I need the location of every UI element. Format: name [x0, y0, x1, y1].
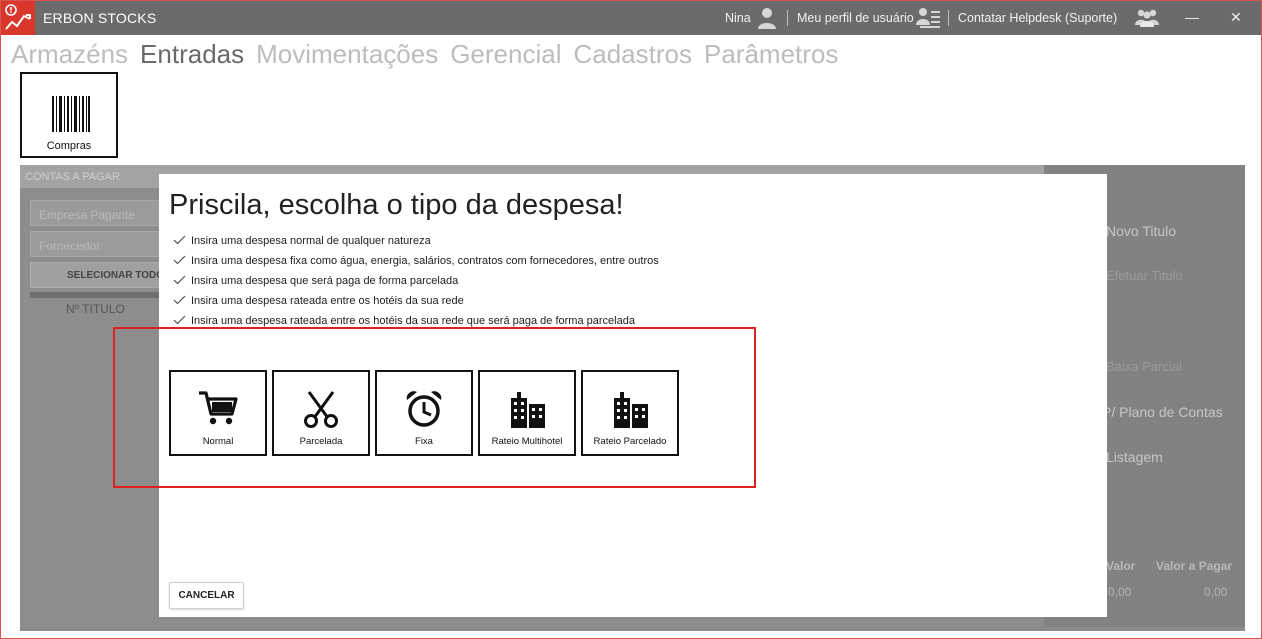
nav-cadastros[interactable]: Cadastros [573, 39, 692, 70]
option-label: Fixa [415, 436, 433, 447]
col-valor-header: Valor [1106, 559, 1136, 573]
description-item: Insira uma despesa rateada entre os hoté… [173, 291, 659, 311]
check-icon [173, 255, 189, 268]
app-window: ERBON STOCKS Nina Meu perfil de usuário … [0, 0, 1262, 639]
titlebar-divider [948, 10, 949, 26]
compras-tile[interactable]: Compras [20, 72, 118, 158]
description-item: Insira uma despesa normal de qualquer na… [173, 231, 659, 251]
description-text: Insira uma despesa rateada entre os hoté… [191, 315, 635, 327]
expense-descriptions: Insira uma despesa normal de qualquer na… [173, 231, 659, 331]
title-bar: ERBON STOCKS Nina Meu perfil de usuário … [1, 1, 1261, 35]
main-nav: Armazéns Entradas Movimentações Gerencial Ca… [11, 39, 850, 73]
cancel-button[interactable]: CANCELAR [169, 582, 244, 609]
minimize-button[interactable]: — [1185, 9, 1199, 25]
option-label: Normal [202, 436, 234, 447]
profile-list-icon[interactable] [916, 7, 940, 34]
fornecedor-input[interactable]: Fornecedor [30, 231, 160, 257]
nav-armazens[interactable]: Armazéns [11, 39, 128, 70]
bottom-scroll-bar [20, 627, 1245, 631]
check-icon [173, 275, 189, 288]
valor-total: 0,00 [1108, 585, 1132, 599]
buildings-icon [511, 392, 545, 428]
col-titulo-header: Nº TITULO [66, 302, 125, 316]
empresa-pagante-input[interactable]: Empresa Pagante [30, 200, 160, 226]
description-text: Insira uma despesa que será paga de form… [191, 275, 459, 287]
option-parcelada-button[interactable]: Parcelada [272, 370, 370, 456]
description-text: Insira uma despesa fixa como água, energ… [191, 255, 659, 267]
panel-title: CONTAS A PAGAR [25, 171, 120, 183]
barcode-icon [52, 96, 90, 132]
app-logo-icon [1, 1, 35, 35]
description-text: Insira uma despesa rateada entre os hoté… [191, 295, 464, 307]
description-item: Insira uma despesa fixa como água, energ… [173, 251, 659, 271]
option-label: Rateio Parcelado [593, 436, 667, 447]
check-icon [173, 235, 189, 248]
option-rateio-parcelado-button[interactable]: Rateio Parcelado [581, 370, 679, 456]
nav-entradas[interactable]: Entradas [140, 39, 244, 70]
description-text: Insira uma despesa normal de qualquer na… [191, 235, 431, 247]
option-normal-button[interactable]: Normal [169, 370, 267, 456]
option-label: Rateio Multihotel [491, 436, 563, 447]
valor-pagar-total: 0,00 [1204, 585, 1228, 599]
compras-label: Compras [46, 140, 92, 152]
nav-parametros[interactable]: Parâmetros [704, 39, 838, 70]
close-button[interactable]: ✕ [1230, 9, 1242, 26]
description-item: Insira uma despesa que será paga de form… [173, 271, 659, 291]
profile-link[interactable]: Meu perfil de usuário [797, 11, 914, 25]
option-fixa-button[interactable]: Fixa [375, 370, 473, 456]
baixa-parcial-action[interactable]: Baixa Parcial [1106, 359, 1182, 374]
scissors-icon [304, 391, 338, 428]
listagem-action[interactable]: Listagem [1106, 449, 1163, 465]
select-all-button[interactable]: SELECIONAR TODOS [30, 262, 160, 288]
option-rateio-multihotel-button[interactable]: Rateio Multihotel [478, 370, 576, 456]
cart-icon [199, 391, 238, 425]
team-icon[interactable] [1135, 7, 1159, 34]
user-icon[interactable] [757, 7, 777, 34]
check-icon [173, 295, 189, 308]
check-icon [173, 315, 189, 328]
efetuar-titulo-action[interactable]: Efetuar Titulo [1106, 268, 1183, 283]
user-name[interactable]: Nina [725, 11, 751, 25]
titlebar-divider [787, 10, 788, 26]
panel-divider [30, 292, 160, 298]
option-label: Parcelada [299, 436, 343, 447]
expense-type-dialog: Priscila, escolha o tipo da despesa! Ins… [113, 174, 1107, 617]
plano-contas-action[interactable]: P/ Plano de Contas [1102, 404, 1223, 420]
nav-movimentacoes[interactable]: Movimentações [256, 39, 438, 70]
app-title: ERBON STOCKS [43, 10, 157, 26]
dialog-title: Priscila, escolha o tipo da despesa! [169, 189, 624, 221]
alarm-clock-icon [406, 391, 442, 427]
col-valor-pagar-header: Valor a Pagar [1156, 559, 1233, 573]
nav-gerencial[interactable]: Gerencial [450, 39, 561, 70]
helpdesk-link[interactable]: Contatar Helpdesk (Suporte) [958, 11, 1117, 25]
novo-titulo-action[interactable]: Novo Titulo [1106, 223, 1176, 239]
buildings-icon [614, 392, 648, 428]
